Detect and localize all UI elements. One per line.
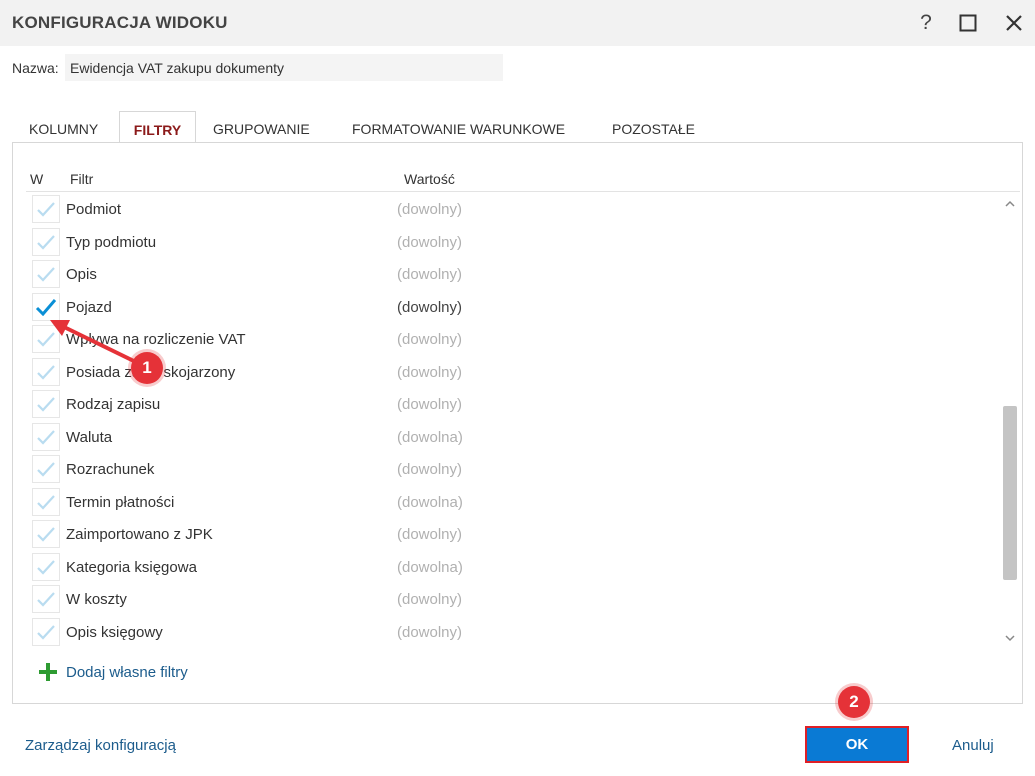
filter-value[interactable]: (dowolny)	[397, 624, 462, 641]
check-icon	[37, 429, 55, 445]
check-icon	[37, 234, 55, 250]
tab-filtry[interactable]: FILTRY	[119, 111, 196, 144]
check-icon	[37, 494, 55, 510]
filter-name: Termin płatności	[66, 493, 175, 511]
filter-name: Opis księgowy	[66, 623, 163, 641]
maximize-button[interactable]	[953, 8, 983, 38]
filter-row: Typ podmiotu (dowolny)	[26, 226, 1020, 258]
filter-value[interactable]: (dowolny)	[397, 234, 462, 251]
annotation-badge-1: 1	[131, 352, 163, 384]
scrollbar-thumb[interactable]	[1003, 406, 1017, 580]
check-icon	[37, 267, 55, 282]
window-title: KONFIGURACJA WIDOKU	[12, 13, 228, 32]
tab-formatowanie-warunkowe[interactable]: FORMATOWANIE WARUNKOWE	[352, 111, 565, 143]
filter-value[interactable]: (dowolna)	[397, 429, 463, 446]
header-divider	[26, 191, 1020, 192]
filter-row: Zaimportowano z JPK (dowolny)	[26, 518, 1020, 550]
filter-checkbox[interactable]	[32, 617, 60, 646]
filter-name: Rodzaj zapisu	[66, 396, 161, 413]
plus-icon	[39, 663, 57, 681]
filter-checkbox[interactable]	[32, 422, 60, 451]
filter-name: Kategoria księgowa	[66, 558, 197, 576]
filter-name: Podmiot	[66, 201, 122, 218]
filter-checkbox[interactable]	[32, 227, 60, 256]
filter-list: Podmiot (dowolny) Typ podmiotu (dowolny)…	[26, 193, 1020, 648]
filter-checkbox[interactable]	[32, 585, 60, 613]
add-filter-button[interactable]: Dodaj własne filtry	[38, 662, 188, 682]
filter-value[interactable]: (dowolny)	[397, 266, 462, 283]
filter-name: Typ podmiotu	[66, 233, 157, 251]
annotation-badge-2: 2	[838, 686, 870, 718]
filter-name: Opis	[66, 266, 97, 283]
name-input[interactable]	[65, 54, 503, 81]
filter-name: Zaimportowano z JPK	[66, 526, 213, 543]
title-bar: KONFIGURACJA WIDOKU ?	[0, 0, 1035, 46]
close-button[interactable]	[999, 8, 1029, 38]
filter-row: Posiada zapis skojarzony (dowolny)	[26, 356, 1020, 388]
filter-value[interactable]: (dowolny)	[397, 526, 462, 543]
filter-row: Kategoria księgowa (dowolna)	[26, 551, 1020, 583]
filter-checkbox[interactable]	[32, 455, 60, 483]
check-icon	[37, 592, 55, 607]
check-icon	[37, 624, 55, 640]
filter-value[interactable]: (dowolny)	[397, 201, 462, 218]
tab-grupowanie[interactable]: GRUPOWANIE	[213, 111, 310, 143]
filter-checkbox[interactable]	[32, 260, 60, 288]
help-button[interactable]: ?	[911, 8, 941, 38]
filter-value[interactable]: (dowolna)	[397, 559, 463, 576]
maximize-icon	[959, 14, 977, 32]
close-icon	[1006, 15, 1022, 31]
cancel-button[interactable]: Anuluj	[952, 737, 994, 754]
chevron-down-icon[interactable]	[1003, 631, 1017, 645]
name-label: Nazwa:	[12, 60, 59, 76]
filter-name: W koszty	[66, 591, 127, 608]
check-icon	[37, 462, 55, 477]
filter-row: Waluta (dowolna)	[26, 421, 1020, 453]
filter-value[interactable]: (dowolny)	[397, 396, 462, 413]
filter-value[interactable]: (dowolny)	[397, 461, 462, 478]
filter-value[interactable]: (dowolny)	[397, 299, 462, 316]
column-header-wartosc: Wartość	[404, 171, 455, 187]
chevron-up-icon[interactable]	[1003, 197, 1017, 211]
filter-name: Rozrachunek	[66, 461, 155, 478]
ok-button[interactable]: OK	[805, 726, 909, 763]
filter-checkbox[interactable]	[32, 520, 60, 548]
filter-checkbox[interactable]	[32, 390, 60, 418]
tab-kolumny[interactable]: KOLUMNY	[29, 111, 98, 143]
tab-pozostale[interactable]: POZOSTAŁE	[612, 111, 695, 143]
filter-row: Rodzaj zapisu (dowolny)	[26, 388, 1020, 420]
filter-name: Waluta	[66, 428, 113, 446]
filter-row: Podmiot (dowolny)	[26, 193, 1020, 225]
filter-row: Opis księgowy (dowolny)	[26, 616, 1020, 648]
filter-row: Opis (dowolny)	[26, 258, 1020, 290]
add-filter-label: Dodaj własne filtry	[66, 663, 188, 681]
filter-value[interactable]: (dowolny)	[397, 591, 462, 608]
check-icon	[37, 559, 55, 575]
filter-row: W koszty (dowolny)	[26, 583, 1020, 615]
filter-checkbox[interactable]	[32, 552, 60, 581]
filter-row: Pojazd (dowolny)	[26, 291, 1020, 323]
check-icon	[37, 202, 55, 217]
filter-checkbox[interactable]	[32, 195, 60, 223]
filter-checkbox[interactable]	[32, 487, 60, 516]
check-icon	[37, 527, 55, 542]
filter-value[interactable]: (dowolna)	[397, 494, 463, 511]
filter-row: Wpływa na rozliczenie VAT (dowolny)	[26, 323, 1020, 355]
question-mark-icon: ?	[920, 11, 932, 34]
filter-row: Rozrachunek (dowolny)	[26, 453, 1020, 485]
filter-value[interactable]: (dowolny)	[397, 331, 462, 348]
filter-row: Termin płatności (dowolna)	[26, 486, 1020, 518]
check-icon	[37, 397, 55, 412]
filter-value[interactable]: (dowolny)	[397, 364, 462, 381]
column-header-w: W	[30, 171, 44, 187]
manage-configuration-link[interactable]: Zarządzaj konfiguracją	[25, 737, 176, 754]
column-header-filtr: Filtr	[70, 171, 94, 187]
